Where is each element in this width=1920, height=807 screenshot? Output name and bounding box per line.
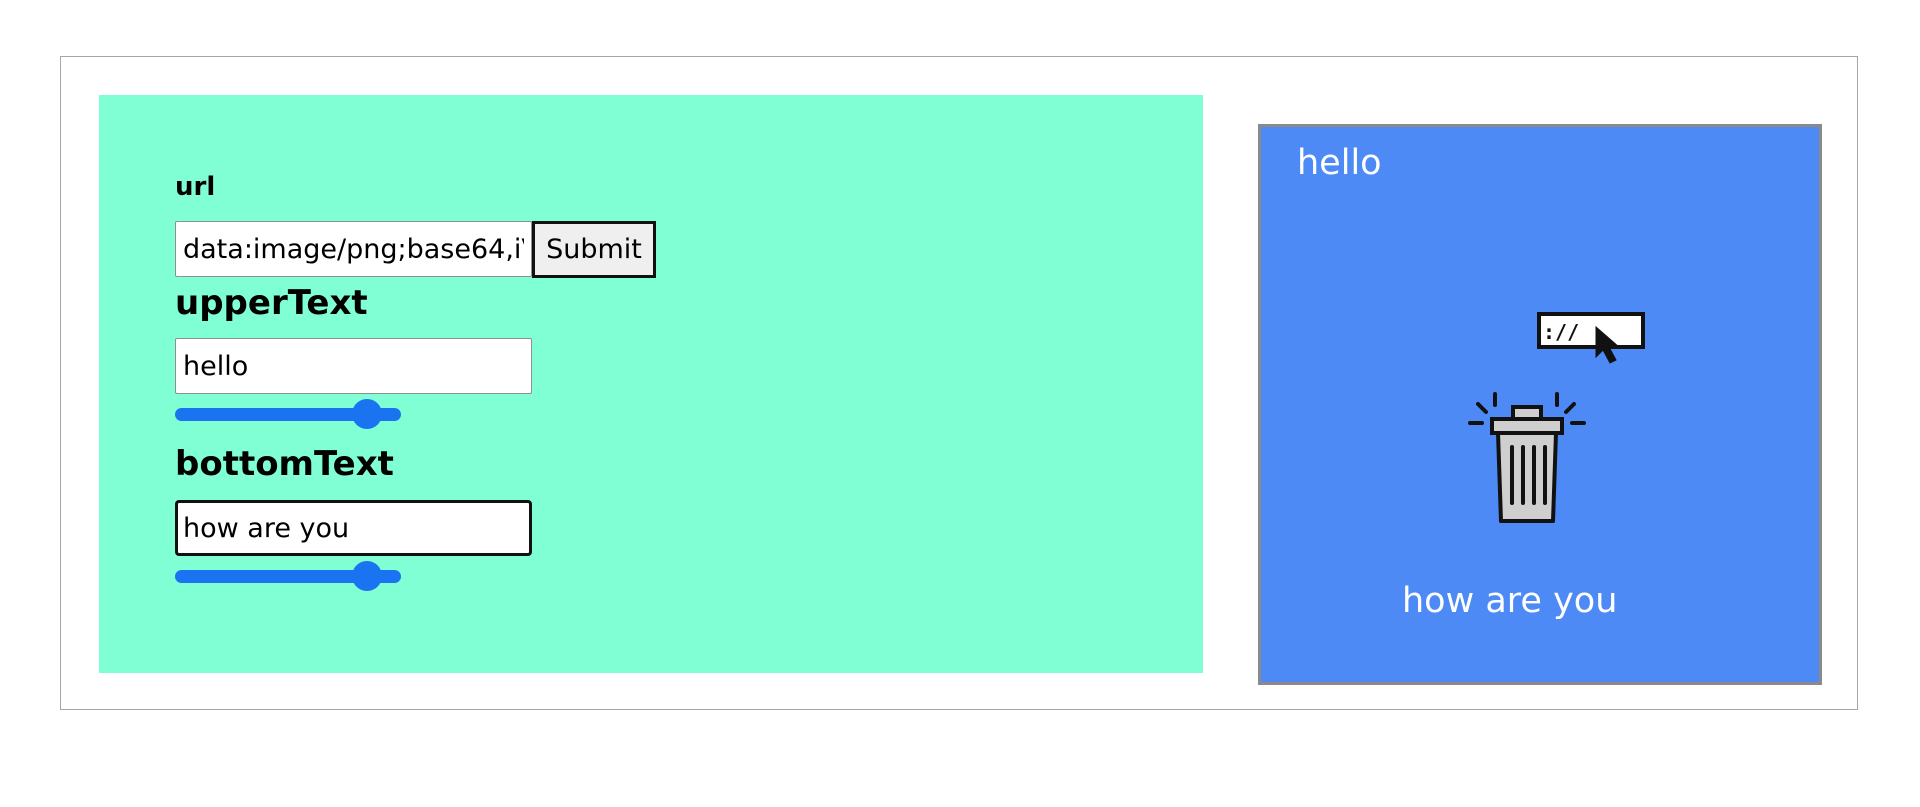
upper-text-label: upperText: [175, 283, 368, 323]
url-label: url: [175, 172, 216, 202]
bottom-text-label: bottomText: [175, 444, 394, 484]
submit-button[interactable]: Submit: [532, 221, 656, 278]
meme-top-text: hello: [1297, 143, 1382, 183]
svg-text:://: ://: [1543, 320, 1579, 344]
bottom-text-input[interactable]: [175, 500, 532, 556]
upper-text-input[interactable]: [175, 338, 532, 394]
url-input[interactable]: [175, 221, 532, 277]
bottom-text-size-slider[interactable]: [175, 561, 415, 591]
meme-bottom-text: how are you: [1402, 581, 1618, 621]
slider-thumb[interactable]: [352, 399, 383, 429]
slider-thumb[interactable]: [352, 561, 383, 591]
upper-text-size-slider[interactable]: [175, 399, 415, 429]
trash-can-with-url-cursor-icon: ://: [1462, 307, 1652, 531]
